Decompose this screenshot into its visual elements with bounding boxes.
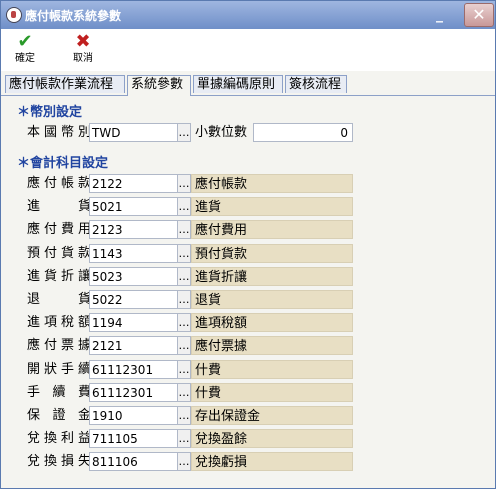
account-label: 預付貨款 [27, 246, 91, 261]
tab-system-params[interactable]: 系統參數 [127, 75, 191, 96]
cross-icon: ✖ [75, 31, 91, 52]
account-code-field[interactable]: 5021 [89, 197, 179, 216]
account-lookup-button[interactable]: … [177, 336, 191, 355]
account-lookup-button[interactable]: … [177, 360, 191, 379]
app-icon[interactable] [6, 7, 22, 23]
account-label: 進貨折讓 [27, 269, 91, 284]
account-description: 什費 [191, 360, 353, 379]
account-label: 應付票據 [27, 338, 91, 353]
account-label: 退貨 [27, 292, 91, 307]
account-lookup-button[interactable]: … [177, 267, 191, 286]
account-code-field[interactable]: 2122 [89, 174, 179, 193]
account-code-field[interactable]: 5023 [89, 267, 179, 286]
close-button[interactable]: ✕ [464, 3, 494, 27]
local-currency-label: 本國幣別 [27, 125, 91, 140]
system-params-panel: ＊幣別設定 本國幣別 TWD … 小數位數 0 ＊會計科目設定 應付帳款 2122… [7, 96, 487, 486]
account-lookup-button[interactable]: … [177, 174, 191, 193]
account-code-field[interactable]: 5022 [89, 290, 179, 309]
accounts-section-header: ＊會計科目設定 [17, 152, 108, 171]
account-code-field[interactable]: 811106 [89, 452, 179, 471]
tab-ap-workflow[interactable]: 應付帳款作業流程 [5, 75, 125, 93]
account-label: 應付費用 [27, 222, 91, 237]
window-title: 應付帳款系統參數 [25, 9, 122, 23]
cancel-button[interactable]: ✖ 取消 [63, 32, 103, 68]
account-lookup-button[interactable]: … [177, 244, 191, 263]
account-label: 手續費 [27, 385, 91, 400]
account-code-field[interactable]: 1194 [89, 313, 179, 332]
account-label: 進貨 [27, 199, 91, 214]
account-code-field[interactable]: 61112301 [89, 360, 179, 379]
account-lookup-button[interactable]: … [177, 313, 191, 332]
account-label: 兌換損失 [27, 454, 91, 469]
account-code-field[interactable]: 1143 [89, 244, 179, 263]
account-lookup-button[interactable]: … [177, 220, 191, 239]
tab-strip: 應付帳款作業流程 系統參數 單據編碼原則 簽核流程 [1, 73, 495, 96]
account-description: 應付票據 [191, 336, 353, 355]
account-code-field[interactable]: 2121 [89, 336, 179, 355]
account-code-field[interactable]: 1910 [89, 406, 179, 425]
account-description: 進貨折讓 [191, 267, 353, 286]
toolbar: ✔ 確定 ✖ 取消 [1, 29, 495, 71]
accounts-section-title: 會計科目設定 [30, 156, 109, 171]
tab-doc-numbering[interactable]: 單據編碼原則 [193, 75, 283, 93]
account-label: 兌換利益 [27, 431, 91, 446]
account-lookup-button[interactable]: … [177, 452, 191, 471]
account-label: 保證金 [27, 408, 91, 423]
decimal-places-label: 小數位數 [195, 125, 248, 140]
local-currency-field[interactable]: TWD [89, 123, 179, 142]
account-lookup-button[interactable]: … [177, 290, 191, 309]
cancel-label: 取消 [73, 53, 93, 64]
account-description: 進貨 [191, 197, 353, 216]
account-label: 應付帳款 [27, 176, 91, 191]
confirm-button[interactable]: ✔ 確定 [5, 32, 45, 68]
confirm-label: 確定 [15, 53, 35, 64]
tab-approval-flow[interactable]: 簽核流程 [285, 75, 347, 93]
account-code-field[interactable]: 711105 [89, 429, 179, 448]
minimize-button[interactable]: _ [436, 7, 443, 23]
asterisk-icon: ＊ [17, 105, 31, 120]
account-lookup-button[interactable]: … [177, 383, 191, 402]
account-lookup-button[interactable]: … [177, 406, 191, 425]
account-description: 進項稅額 [191, 313, 353, 332]
settings-window: 應付帳款系統參數 _ ✕ ✔ 確定 ✖ 取消 應付帳款作業流程 系統參數 單據編… [0, 0, 496, 489]
currency-section-header: ＊幣別設定 [17, 101, 82, 120]
account-description: 應付帳款 [191, 174, 353, 193]
checkmark-icon: ✔ [17, 31, 33, 52]
account-description: 什費 [191, 383, 353, 402]
account-description: 應付費用 [191, 220, 353, 239]
account-label: 進項稅額 [27, 315, 91, 330]
account-description: 退貨 [191, 290, 353, 309]
account-lookup-button[interactable]: … [177, 197, 191, 216]
asterisk-icon: ＊ [17, 156, 31, 171]
account-code-field[interactable]: 61112301 [89, 383, 179, 402]
currency-lookup-button[interactable]: … [177, 123, 191, 142]
account-description: 兌換盈餘 [191, 429, 353, 448]
account-description: 兌換虧損 [191, 452, 353, 471]
account-code-field[interactable]: 2123 [89, 220, 179, 239]
account-label: 開狀手續 [27, 362, 91, 377]
decimal-places-field[interactable]: 0 [253, 123, 353, 142]
title-bar[interactable]: 應付帳款系統參數 _ ✕ [1, 1, 495, 29]
account-description: 預付貨款 [191, 244, 353, 263]
currency-section-title: 幣別設定 [30, 105, 83, 120]
account-description: 存出保證金 [191, 406, 353, 425]
account-lookup-button[interactable]: … [177, 429, 191, 448]
